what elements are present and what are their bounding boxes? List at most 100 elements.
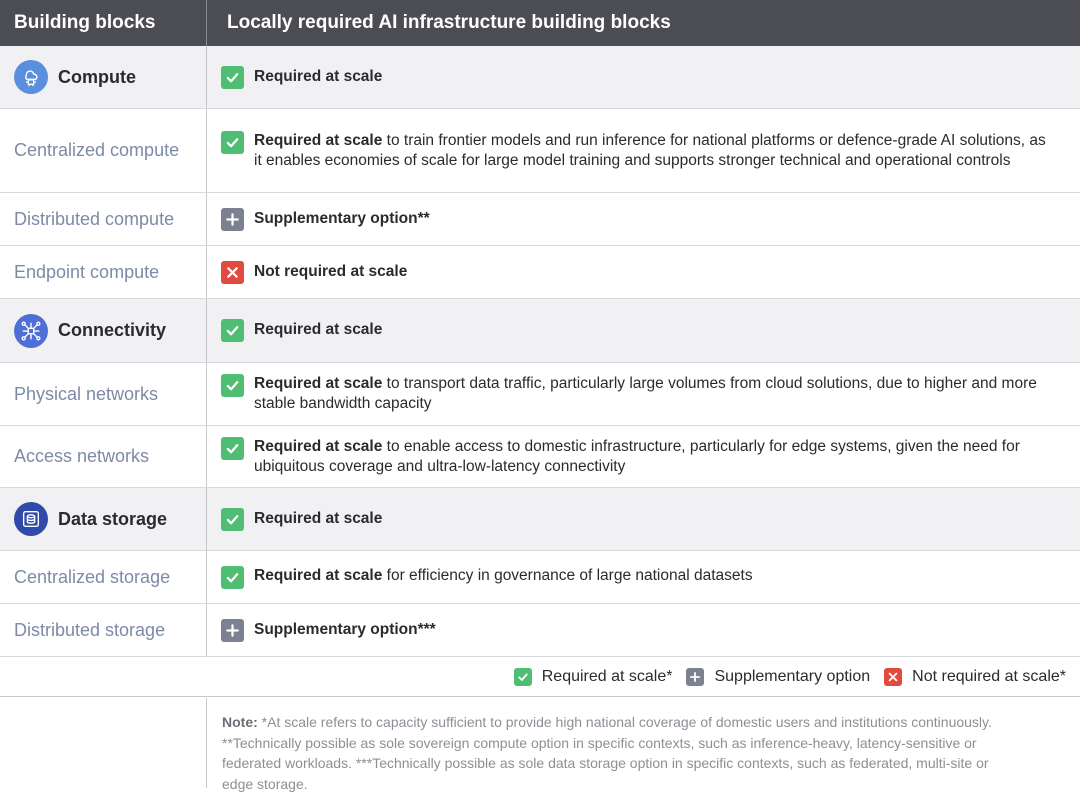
requirement-text: Required at scale to enable access to do… xyxy=(254,437,1056,477)
requirement-status: Required at scale to transport data traf… xyxy=(221,374,1056,414)
category-row: Compute Required at scale xyxy=(0,46,1080,109)
building-block-cell: Distributed storage xyxy=(0,604,207,656)
requirement-detail: for efficiency in governance of large na… xyxy=(382,566,753,584)
requirement-text: Supplementary option*** xyxy=(254,619,436,640)
building-block-cell: Connectivity xyxy=(0,299,207,362)
building-block-cell: Data storage xyxy=(0,488,207,550)
check-icon xyxy=(221,319,244,342)
table-row: Centralized compute Required at scale to … xyxy=(0,109,1080,193)
table-row: Access networks Required at scale to enab… xyxy=(0,426,1080,488)
plus-icon xyxy=(221,207,244,231)
requirement-bold: Required at scale xyxy=(254,321,383,338)
network-hub-icon xyxy=(14,313,48,348)
check-icon xyxy=(221,65,244,89)
building-block-label: Centralized compute xyxy=(14,140,180,160)
requirement-text: Required at scale for efficiency in gove… xyxy=(254,566,753,586)
requirement-cell: Required at scale to enable access to do… xyxy=(207,426,1080,487)
check-icon xyxy=(221,130,244,154)
building-block-label: Distributed compute xyxy=(14,208,175,229)
legend-not-required-label: Not required at scale* xyxy=(912,667,1066,685)
requirement-bold: Supplementary option*** xyxy=(254,620,436,638)
requirement-text: Required at scale xyxy=(254,508,382,529)
legend-supplementary-label: Supplementary option xyxy=(714,667,871,685)
requirement-cell: Required at scale to transport data traf… xyxy=(207,363,1080,425)
check-icon xyxy=(513,667,532,686)
requirement-bold: Required at scale xyxy=(254,509,383,527)
legend-required-label: Required at scale* xyxy=(541,667,673,685)
table-row: Endpoint compute Not required at scale xyxy=(0,246,1080,299)
table-row: Distributed storage Supplementary option*… xyxy=(0,604,1080,657)
compute-chip-icon xyxy=(14,60,48,94)
header-local-requirements: Locally required AI infrastructure build… xyxy=(227,12,671,33)
requirement-status: Supplementary option** xyxy=(221,207,430,231)
requirement-status: Required at scale for efficiency in gove… xyxy=(221,565,753,589)
requirement-status: Required at scale xyxy=(221,319,382,342)
requirement-text: Required at scale to train frontier mode… xyxy=(254,131,1056,171)
requirement-bold: Not required at scale xyxy=(254,262,408,280)
requirement-text: Supplementary option** xyxy=(254,208,430,229)
note-label: Note: xyxy=(222,714,258,730)
building-block-label: Centralized storage xyxy=(14,566,171,587)
table-row: Centralized storage Required at scale for… xyxy=(0,551,1080,604)
building-block-cell: Compute xyxy=(0,46,207,108)
building-block-label: Access networks xyxy=(14,446,150,466)
check-icon xyxy=(221,436,244,460)
note-text: *At scale refers to capacity sufficient … xyxy=(222,714,992,792)
check-icon xyxy=(221,374,244,397)
requirement-text: Required at scale xyxy=(254,319,382,340)
building-block-label: Physical networks xyxy=(14,383,159,404)
requirement-status: Required at scale xyxy=(221,65,383,89)
requirement-status: Required at scale to enable access to do… xyxy=(221,436,1056,477)
requirement-status: Required at scale xyxy=(221,507,382,531)
header-building-blocks: Building blocks xyxy=(0,0,207,46)
table-row: Physical networks Required at scale to tr… xyxy=(0,363,1080,426)
note-divider xyxy=(206,698,207,788)
requirement-status: Supplementary option*** xyxy=(221,618,436,642)
requirement-cell: Supplementary option** xyxy=(207,193,1080,245)
building-block-label: Data storage xyxy=(58,508,168,529)
building-block-cell: Centralized storage xyxy=(0,551,207,603)
check-icon xyxy=(221,565,244,589)
category-row: Connectivity Required at scale xyxy=(0,299,1080,363)
plus-icon xyxy=(686,667,705,686)
cross-icon xyxy=(884,667,903,686)
building-block-cell: Distributed compute xyxy=(0,193,207,245)
database-icon xyxy=(14,502,48,536)
requirement-status: Required at scale to train frontier mode… xyxy=(221,130,1056,171)
cross-icon xyxy=(221,260,244,284)
building-block-label: Compute xyxy=(58,66,136,87)
building-block-cell: Endpoint compute xyxy=(0,246,207,298)
requirement-cell: Required at scale xyxy=(207,299,1080,362)
requirement-bold: Required at scale xyxy=(254,67,383,85)
legend-not-required: Not required at scale* xyxy=(884,667,1066,686)
legend-supplementary: Supplementary option xyxy=(686,667,871,686)
requirement-cell: Not required at scale xyxy=(207,246,1080,298)
building-block-label: Distributed storage xyxy=(14,619,166,640)
requirement-cell: Required at scale xyxy=(207,46,1080,108)
table-header: Building blocks Locally required AI infr… xyxy=(0,0,1080,46)
check-icon xyxy=(221,507,244,531)
building-block-label: Endpoint compute xyxy=(14,261,160,282)
requirement-cell: Required at scale xyxy=(207,488,1080,550)
building-block-cell: Physical networks xyxy=(0,363,207,425)
requirement-bold: Required at scale xyxy=(254,437,383,455)
category-row: Data storage Required at scale xyxy=(0,488,1080,551)
requirement-bold: Required at scale xyxy=(254,566,383,584)
requirement-bold: Required at scale xyxy=(254,375,383,392)
building-block-label: Connectivity xyxy=(58,320,167,340)
building-block-cell: Centralized compute xyxy=(0,109,207,192)
requirement-cell: Required at scale for efficiency in gove… xyxy=(207,551,1080,603)
legend: Required at scale* Supplementary option … xyxy=(0,657,1080,697)
legend-required: Required at scale* xyxy=(513,667,673,686)
plus-icon xyxy=(221,618,244,642)
requirement-bold: Supplementary option** xyxy=(254,209,430,227)
requirement-cell: Supplementary option*** xyxy=(207,604,1080,656)
requirement-status: Not required at scale xyxy=(221,260,407,284)
requirement-text: Not required at scale xyxy=(254,261,407,282)
requirement-cell: Required at scale to train frontier mode… xyxy=(207,109,1080,192)
requirement-text: Required at scale to transport data traf… xyxy=(254,374,1056,414)
table-row: Distributed compute Supplementary option*… xyxy=(0,193,1080,246)
building-block-cell: Access networks xyxy=(0,426,207,487)
footnote: Note: *At scale refers to capacity suffi… xyxy=(222,712,1012,794)
requirement-bold: Required at scale xyxy=(254,131,383,149)
